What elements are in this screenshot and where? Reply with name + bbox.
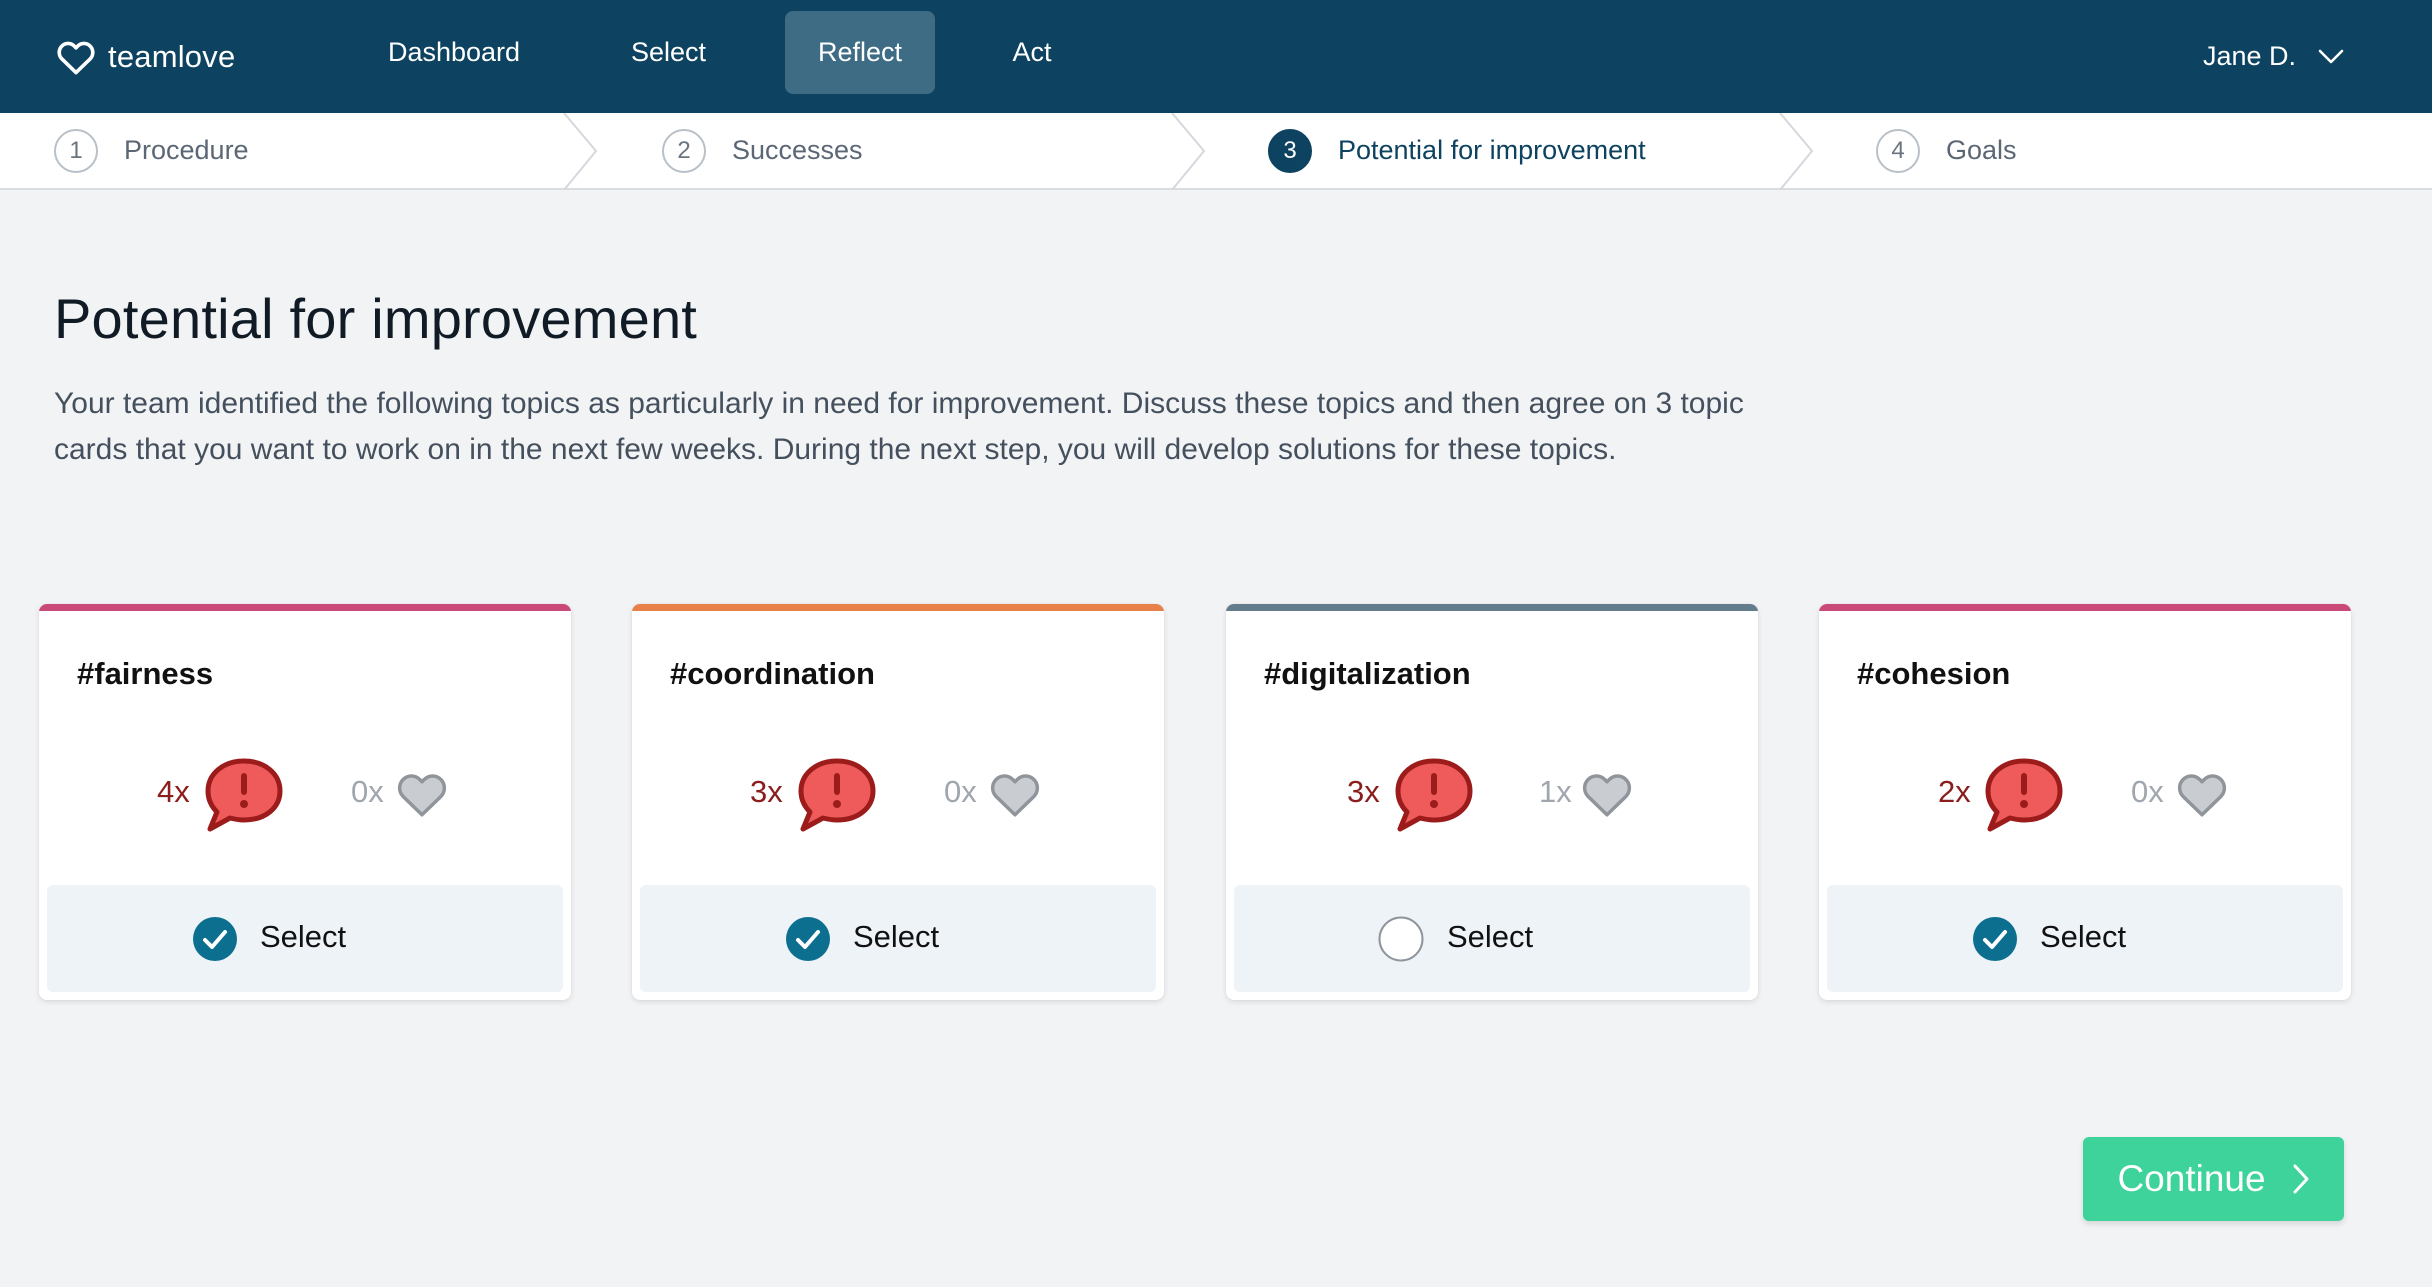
step-goals[interactable]: 4 Goals xyxy=(1876,113,2017,188)
select-label: Select xyxy=(2040,919,2127,954)
heart-icon xyxy=(1582,774,1632,817)
chevron-right-icon xyxy=(2293,1164,2309,1194)
card-accent-bar xyxy=(39,604,571,611)
topic-card: #cohesion 2x 0x Select xyxy=(1819,604,2351,1000)
select-toggle[interactable]: Select xyxy=(47,885,563,992)
step-number: 4 xyxy=(1876,128,1920,173)
select-label: Select xyxy=(1447,919,1534,954)
alert-bubble-icon xyxy=(205,758,283,832)
step-label: Procedure xyxy=(124,135,249,165)
nav-dashboard[interactable]: Dashboard xyxy=(362,11,546,94)
love-count: 1x xyxy=(1539,774,1572,809)
card-accent-bar xyxy=(1819,604,2351,611)
card-tag: #fairness xyxy=(77,656,214,691)
step-label: Potential for improvement xyxy=(1338,135,1646,165)
card-tag: #cohesion xyxy=(1857,656,2011,691)
checkmark-circle-icon xyxy=(786,917,830,961)
user-name: Jane D. xyxy=(2202,41,2296,71)
step-label: Successes xyxy=(732,135,863,165)
alert-bubble-icon xyxy=(1395,758,1473,832)
step-number: 3 xyxy=(1268,128,1312,173)
need-count: 4x xyxy=(157,774,190,809)
page-intro: Your team identified the following topic… xyxy=(54,387,1744,466)
user-menu[interactable]: Jane D. xyxy=(2203,0,2344,113)
topic-card: #digitalization 3x 1x Select xyxy=(1226,604,1758,1000)
nav-act[interactable]: Act xyxy=(982,11,1082,94)
checkmark-circle-icon xyxy=(1973,917,2017,961)
love-count: 0x xyxy=(2131,774,2164,809)
heart-logo-icon xyxy=(57,41,95,74)
brand-name: teamlove xyxy=(108,38,236,74)
heart-icon xyxy=(2177,774,2227,817)
progress-stepper: 1 Procedure 2 Successes 3 Potential for … xyxy=(0,113,2432,190)
step-label: Goals xyxy=(1946,135,2017,165)
step-number: 2 xyxy=(662,128,706,173)
step-separator-icon xyxy=(1171,113,1206,190)
select-toggle[interactable]: Select xyxy=(1827,885,2343,992)
love-count: 0x xyxy=(944,774,977,809)
select-toggle[interactable]: Select xyxy=(1234,885,1750,992)
alert-bubble-icon xyxy=(1985,758,2063,832)
topic-card: #coordination 3x 0x Select xyxy=(632,604,1164,1000)
card-accent-bar xyxy=(1226,604,1758,611)
top-navigation: teamlove Dashboard Select Reflect Act Ja… xyxy=(0,0,2432,113)
nav-select[interactable]: Select xyxy=(606,11,731,94)
need-count: 3x xyxy=(1347,774,1380,809)
select-toggle[interactable]: Select xyxy=(640,885,1156,992)
card-accent-bar xyxy=(632,604,1164,611)
checkmark-circle-icon xyxy=(193,917,237,961)
need-count: 3x xyxy=(750,774,783,809)
continue-button[interactable]: Continue xyxy=(2083,1137,2344,1221)
step-procedure[interactable]: 1 Procedure xyxy=(54,113,249,188)
alert-bubble-icon xyxy=(798,758,876,832)
step-potential-for-improvement[interactable]: 3 Potential for improvement xyxy=(1268,113,1646,188)
continue-label: Continue xyxy=(2117,1158,2266,1199)
heart-icon xyxy=(990,774,1040,817)
step-separator-icon xyxy=(1779,113,1814,190)
card-tag: #digitalization xyxy=(1264,656,1471,691)
topic-card: #fairness 4x 0x Select xyxy=(39,604,571,1000)
love-count: 0x xyxy=(351,774,384,809)
chevron-down-icon xyxy=(2318,49,2344,63)
need-count: 2x xyxy=(1938,774,1971,809)
brand-logo[interactable]: teamlove xyxy=(56,0,235,113)
nav-reflect[interactable]: Reflect xyxy=(785,11,935,94)
step-number: 1 xyxy=(54,128,98,173)
select-label: Select xyxy=(853,919,940,954)
step-successes[interactable]: 2 Successes xyxy=(662,113,863,188)
empty-circle-icon xyxy=(1378,916,1424,962)
heart-icon xyxy=(397,774,447,817)
step-separator-icon xyxy=(563,113,598,190)
page-title: Potential for improvement xyxy=(54,287,698,350)
select-label: Select xyxy=(260,919,347,954)
card-tag: #coordination xyxy=(670,656,875,691)
